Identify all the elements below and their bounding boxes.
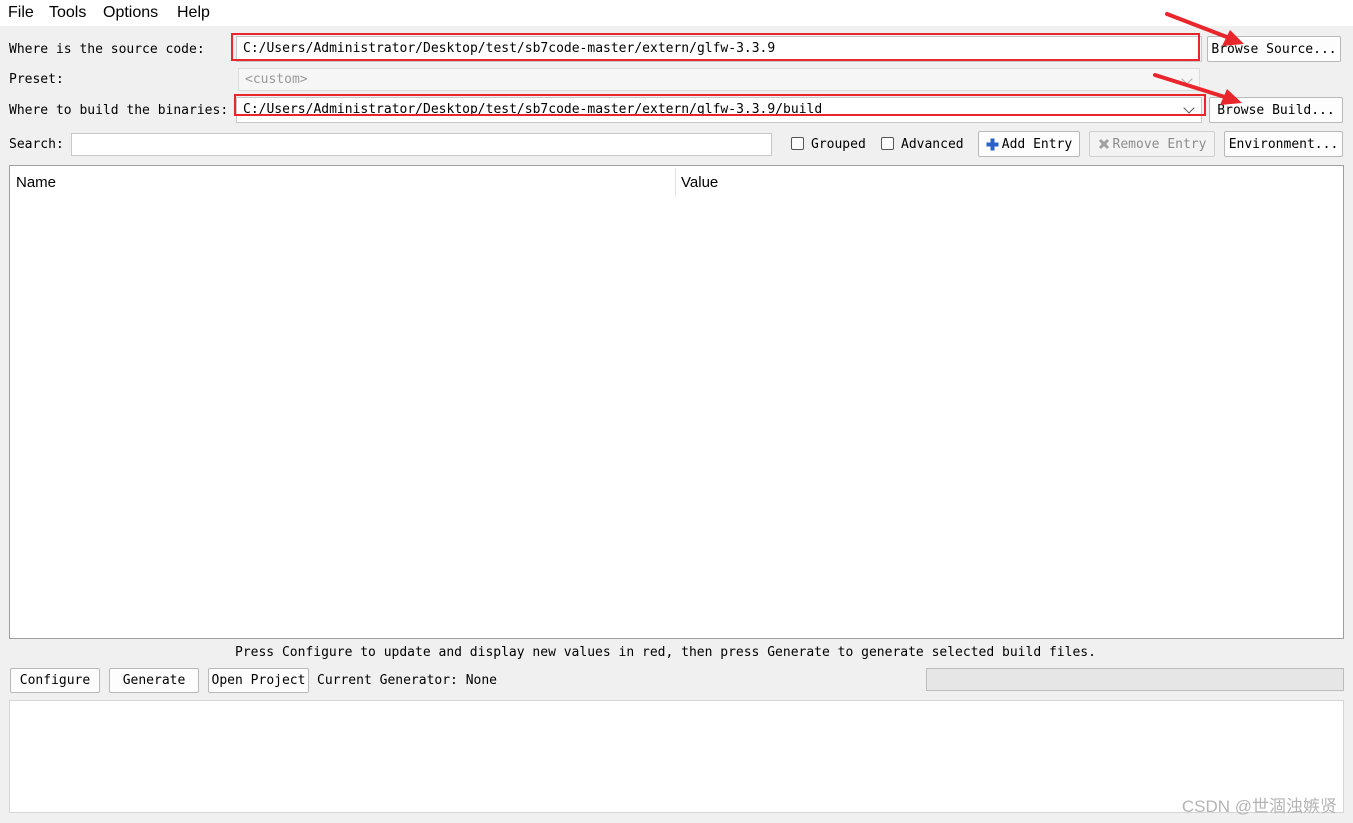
menu-help[interactable]: Help xyxy=(177,4,210,22)
arrow-to-browse-source-icon xyxy=(1165,12,1244,46)
output-log[interactable] xyxy=(9,700,1344,813)
source-label: Where is the source code: xyxy=(9,42,205,57)
column-divider[interactable] xyxy=(675,168,676,196)
grouped-label: Grouped xyxy=(811,137,866,152)
generate-button[interactable]: Generate xyxy=(109,668,199,693)
advanced-label: Advanced xyxy=(901,137,964,152)
column-header-value[interactable]: Value xyxy=(681,174,718,191)
search-input[interactable] xyxy=(71,133,772,156)
add-entry-button[interactable]: Add Entry xyxy=(978,131,1080,157)
menu-tools[interactable]: Tools xyxy=(49,4,86,22)
progress-bar xyxy=(926,668,1344,691)
preset-label: Preset: xyxy=(9,72,64,87)
open-project-button[interactable]: Open Project xyxy=(208,668,309,693)
build-path-combo[interactable]: C:/Users/Administrator/Desktop/test/sb7c… xyxy=(236,97,1202,123)
annotation-arrows xyxy=(1153,12,1244,105)
configure-button[interactable]: Configure xyxy=(10,668,100,693)
column-header-name[interactable]: Name xyxy=(16,174,56,191)
menu-file[interactable]: File xyxy=(8,4,34,22)
menu-options[interactable]: Options xyxy=(103,4,158,22)
advanced-checkbox[interactable] xyxy=(881,137,894,150)
add-entry-label: Add Entry xyxy=(1001,136,1073,152)
cache-table[interactable]: Name Value xyxy=(9,165,1344,639)
remove-entry-label: Remove Entry xyxy=(1112,136,1207,152)
remove-x-icon xyxy=(1098,138,1109,150)
plus-icon xyxy=(986,138,999,150)
build-path-value: C:/Users/Administrator/Desktop/test/sb7c… xyxy=(243,102,823,117)
build-label: Where to build the binaries: xyxy=(9,103,229,118)
search-label: Search: xyxy=(9,137,64,152)
preset-value: <custom> xyxy=(245,72,308,87)
grouped-checkbox[interactable] xyxy=(791,137,804,150)
preset-select: <custom> xyxy=(238,68,1200,91)
source-path-input[interactable]: C:/Users/Administrator/Desktop/test/sb7c… xyxy=(236,36,1202,62)
environment-button[interactable]: Environment... xyxy=(1224,131,1343,157)
remove-entry-button: Remove Entry xyxy=(1089,131,1215,157)
watermark-text: CSDN @世涸浊嫉贤 xyxy=(1181,797,1337,816)
configure-hint-text: Press Configure to update and display ne… xyxy=(235,645,1096,660)
current-generator-text: Current Generator: None xyxy=(317,673,498,688)
arrow-to-browse-build-icon xyxy=(1153,73,1242,105)
